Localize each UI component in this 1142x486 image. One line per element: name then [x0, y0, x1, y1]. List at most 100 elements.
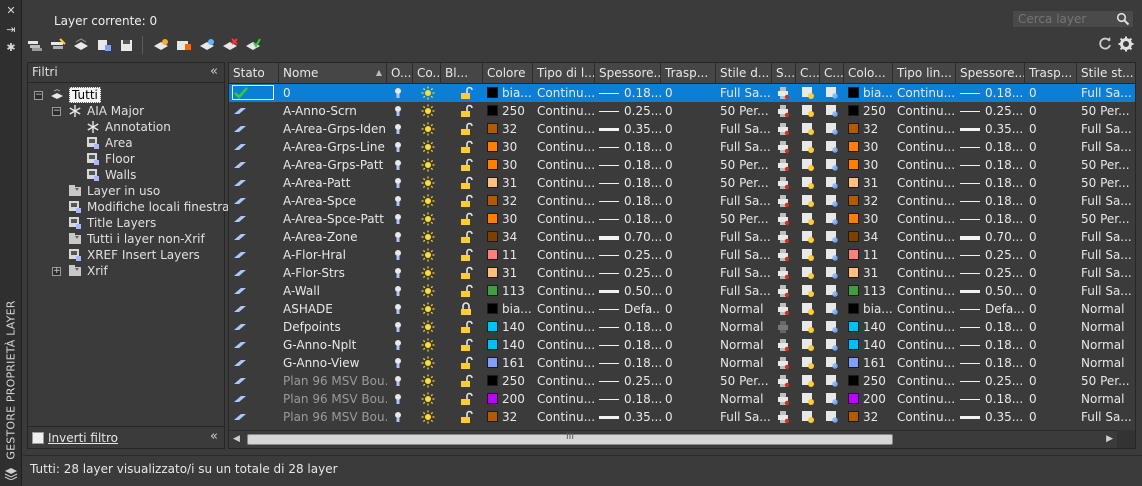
vp-linetype[interactable]: Continu...: [893, 264, 956, 282]
column-header[interactable]: Trasp...: [1025, 63, 1077, 84]
on-bulb-icon[interactable]: [391, 302, 405, 316]
vp-lineweight[interactable]: 0.18...: [956, 336, 1025, 354]
new-vp-freeze-icon[interactable]: [825, 356, 839, 370]
layer-row[interactable]: A-Flor-Strs 31 Continu... 0.25... 0 Full Sa..…: [229, 264, 1135, 282]
vp-freeze-icon[interactable]: [801, 410, 815, 424]
layer-transparency[interactable]: 0: [661, 282, 716, 300]
thaw-sun-icon[interactable]: [421, 176, 435, 190]
vp-lineweight[interactable]: 0.18...: [956, 84, 1025, 102]
layer-color[interactable]: 30: [483, 156, 533, 174]
plot-icon[interactable]: [776, 266, 790, 280]
filter-tree-node[interactable]: Modifiche locali finestra: [68, 199, 230, 215]
vp-plot-style[interactable]: Normal: [1077, 318, 1135, 336]
layer-transparency[interactable]: 0: [661, 354, 716, 372]
vp-plot-style[interactable]: Full Sa...: [1077, 246, 1135, 264]
layer-lineweight[interactable]: 0.35...: [595, 408, 661, 426]
new-group-filter-icon[interactable]: [50, 38, 66, 52]
layer-color[interactable]: 34: [483, 228, 533, 246]
layer-color[interactable]: 250: [483, 372, 533, 390]
column-header[interactable]: Spessore...: [956, 63, 1025, 84]
on-bulb-icon[interactable]: [391, 104, 405, 118]
plot-icon[interactable]: [776, 302, 790, 316]
layer-row[interactable]: A-Area-Grps-Line 30 Continu... 0.18... 0 Full…: [229, 138, 1135, 156]
layer-linetype[interactable]: Continu...: [533, 156, 595, 174]
collapse-filters-icon[interactable]: «: [210, 64, 218, 79]
delete-layer-icon[interactable]: [222, 38, 238, 52]
horizontal-scrollbar[interactable]: ◀ III ▶: [229, 430, 1135, 448]
plot-icon[interactable]: [776, 86, 790, 100]
layer-linetype[interactable]: Continu...: [533, 408, 595, 426]
on-bulb-icon[interactable]: [391, 374, 405, 388]
vp-lineweight[interactable]: 0.18...: [956, 210, 1025, 228]
layer-status-icon[interactable]: [233, 176, 247, 190]
layer-name[interactable]: A-Area-Zone: [279, 228, 387, 246]
layer-name[interactable]: A-Area-Spce-Patt: [279, 210, 387, 228]
layer-lineweight[interactable]: 0.25...: [595, 264, 661, 282]
layer-linetype[interactable]: Continu...: [533, 300, 595, 318]
thaw-sun-icon[interactable]: [421, 392, 435, 406]
current-layer-status-icon[interactable]: [232, 85, 274, 100]
vp-freeze-icon[interactable]: [801, 266, 815, 280]
vp-freeze-icon[interactable]: [801, 212, 815, 226]
layer-transparency[interactable]: 0: [661, 84, 716, 102]
unlock-icon[interactable]: [459, 356, 473, 370]
vp-linetype[interactable]: Continu...: [893, 408, 956, 426]
layer-status-icon[interactable]: [233, 194, 247, 208]
layer-status-icon[interactable]: [233, 140, 247, 154]
layer-plot-style[interactable]: Full Sa...: [716, 192, 772, 210]
on-bulb-icon[interactable]: [391, 230, 405, 244]
column-header[interactable]: Tipo di l...: [533, 63, 595, 84]
vp-linetype[interactable]: Continu...: [893, 228, 956, 246]
filter-tree-node[interactable]: Tutti: [50, 87, 101, 103]
new-vp-freeze-icon[interactable]: [825, 338, 839, 352]
vp-freeze-icon[interactable]: [801, 284, 815, 298]
vp-lineweight[interactable]: 0.18...: [956, 156, 1025, 174]
new-vp-freeze-icon[interactable]: [825, 230, 839, 244]
vp-lineweight[interactable]: 0.25...: [956, 372, 1025, 390]
vp-lineweight[interactable]: 0.18...: [956, 390, 1025, 408]
vp-transparency[interactable]: 0: [1025, 120, 1077, 138]
layer-name[interactable]: A-Area-Grps-Line: [279, 138, 387, 156]
layer-status-icon[interactable]: [233, 266, 247, 280]
vp-plot-style[interactable]: Full Sa...: [1077, 120, 1135, 138]
unlock-icon[interactable]: [459, 86, 473, 100]
vp-transparency[interactable]: 0: [1025, 138, 1077, 156]
vp-linetype[interactable]: Continu...: [893, 372, 956, 390]
vp-color[interactable]: 161: [844, 354, 893, 372]
scrollbar-thumb[interactable]: III: [247, 432, 893, 445]
plot-icon[interactable]: [776, 230, 790, 244]
thaw-sun-icon[interactable]: [421, 338, 435, 352]
on-bulb-icon[interactable]: [391, 194, 405, 208]
layer-lineweight[interactable]: 0.18...: [595, 138, 661, 156]
layer-plot-style[interactable]: Normal: [716, 336, 772, 354]
vp-plot-style[interactable]: Full Sa...: [1077, 282, 1135, 300]
column-header[interactable]: Trasp...: [661, 63, 716, 84]
unlock-icon[interactable]: [459, 374, 473, 388]
layer-status-icon[interactable]: [233, 356, 247, 370]
vp-linetype[interactable]: Continu...: [893, 84, 956, 102]
vp-linetype[interactable]: Continu...: [893, 300, 956, 318]
thaw-sun-icon[interactable]: [421, 86, 435, 100]
on-bulb-icon[interactable]: [391, 356, 405, 370]
layer-linetype[interactable]: Continu...: [533, 174, 595, 192]
vp-linetype[interactable]: Continu...: [893, 318, 956, 336]
layer-lineweight[interactable]: 0.25...: [595, 246, 661, 264]
vp-linetype[interactable]: Continu...: [893, 246, 956, 264]
vp-transparency[interactable]: 0: [1025, 300, 1077, 318]
vp-color[interactable]: 32: [844, 192, 893, 210]
vp-transparency[interactable]: 0: [1025, 228, 1077, 246]
layer-plot-style[interactable]: Normal: [716, 318, 772, 336]
vp-lineweight[interactable]: 0.18...: [956, 354, 1025, 372]
layer-color[interactable]: 140: [483, 318, 533, 336]
thaw-sun-icon[interactable]: [421, 410, 435, 424]
new-vp-freeze-icon[interactable]: [825, 176, 839, 190]
vp-plot-style[interactable]: Full Sa...: [1077, 84, 1135, 102]
layer-transparency[interactable]: 0: [661, 210, 716, 228]
new-vp-freeze-icon[interactable]: [825, 86, 839, 100]
tree-expander[interactable]: −: [52, 107, 61, 116]
layer-color[interactable]: 161: [483, 354, 533, 372]
on-bulb-icon[interactable]: [391, 392, 405, 406]
close-icon[interactable]: ✕: [5, 5, 17, 17]
on-bulb-icon[interactable]: [391, 338, 405, 352]
column-header[interactable]: C...: [820, 63, 844, 84]
